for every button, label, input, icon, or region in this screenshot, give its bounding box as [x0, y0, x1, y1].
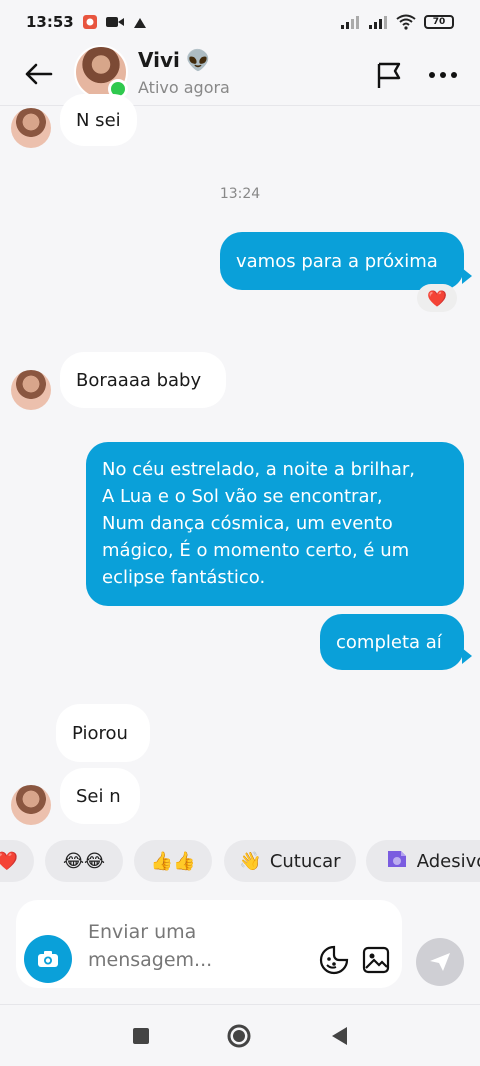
outgoing-message-poem[interactable]: No céu estrelado, a noite a brilhar, A L… — [86, 442, 464, 606]
sticker-icon[interactable] — [318, 944, 350, 976]
sticker-label: Adesivo — [416, 850, 480, 872]
incoming-message[interactable]: Piorou — [56, 704, 150, 762]
contact-status: Ativo agora — [138, 78, 230, 97]
poem-line: A Lua e o Sol vão se encontrar, — [102, 486, 383, 507]
back-nav-button[interactable] — [324, 1021, 354, 1051]
camera-button[interactable] — [24, 935, 72, 983]
system-nav-bar — [0, 1004, 480, 1066]
placeholder-line: mensagem... — [88, 949, 213, 971]
quick-reply-sticker[interactable]: Adesivo — [366, 840, 480, 882]
incoming-message[interactable]: Boraaaa baby — [60, 352, 226, 408]
flag-icon[interactable] — [372, 58, 406, 92]
gallery-icon[interactable] — [360, 944, 392, 976]
app-notification-icon — [82, 14, 98, 30]
outgoing-message[interactable]: vamos para a próxima — [220, 232, 464, 290]
laugh-emoji: 😂😂 — [62, 850, 106, 872]
status-bar: 13:53 70 — [0, 0, 480, 44]
timestamp: 13:24 — [219, 186, 261, 202]
cell-signal-icon — [340, 15, 360, 29]
contact-name[interactable]: Vivi 👽 — [138, 48, 211, 72]
poem-line: Num dança cósmica, um evento — [102, 513, 393, 534]
poke-label: Cutucar — [269, 850, 341, 872]
sender-avatar[interactable] — [11, 370, 51, 410]
video-icon — [105, 15, 124, 29]
sticker-purple-icon — [385, 848, 409, 875]
alien-emoji: 👽 — [185, 48, 211, 72]
contact-name-text: Vivi — [138, 48, 180, 72]
wave-emoji: 👋 — [239, 850, 262, 872]
message-composer: Enviar uma mensagem... — [16, 900, 402, 988]
cell-signal-2-icon — [368, 15, 388, 29]
placeholder-line: Enviar uma — [88, 921, 197, 943]
quick-reply-poke[interactable]: 👋 Cutucar — [224, 840, 356, 882]
camera-icon — [38, 951, 58, 967]
poem-line: mágico, É o momento certo, é um — [102, 540, 410, 561]
back-arrow-icon[interactable] — [20, 56, 56, 92]
sender-avatar[interactable] — [11, 785, 51, 825]
bubble-tail — [462, 268, 472, 284]
wifi-icon — [396, 14, 416, 30]
home-button[interactable] — [224, 1021, 254, 1051]
outgoing-message[interactable]: completa aí — [320, 614, 464, 670]
poem-text: No céu estrelado, a noite a brilhar, A L… — [102, 456, 415, 591]
recents-button[interactable] — [126, 1021, 156, 1051]
message-input[interactable]: Enviar uma mensagem... — [88, 918, 228, 974]
status-time: 13:53 — [26, 13, 74, 31]
send-icon — [430, 953, 450, 971]
quick-reply-heart[interactable]: ❤️ — [0, 840, 34, 882]
sender-avatar[interactable] — [11, 108, 51, 148]
quick-reply-laugh[interactable]: 😂😂 — [45, 840, 123, 882]
more-options-icon[interactable] — [424, 58, 462, 92]
bubble-tail — [462, 648, 472, 664]
quick-replies: ❤️ 😂😂 👍👍 👋 Cutucar Adesivo — [0, 840, 480, 884]
heart-reaction[interactable]: ❤️ — [417, 284, 457, 312]
quick-reply-thumbs-up[interactable]: 👍👍 — [134, 840, 212, 882]
poem-line: eclipse fantástico. — [102, 567, 266, 588]
battery-indicator: 70 — [424, 15, 454, 29]
signal-triangle-icon — [132, 15, 148, 29]
heart-emoji: ❤️ — [0, 850, 19, 872]
poem-line: No céu estrelado, a noite a brilhar, — [102, 459, 415, 480]
incoming-message[interactable]: Sei n — [60, 768, 140, 824]
incoming-message[interactable]: N sei — [60, 94, 137, 146]
thumbs-up-emoji: 👍👍 — [150, 850, 196, 872]
send-button[interactable] — [416, 938, 464, 986]
